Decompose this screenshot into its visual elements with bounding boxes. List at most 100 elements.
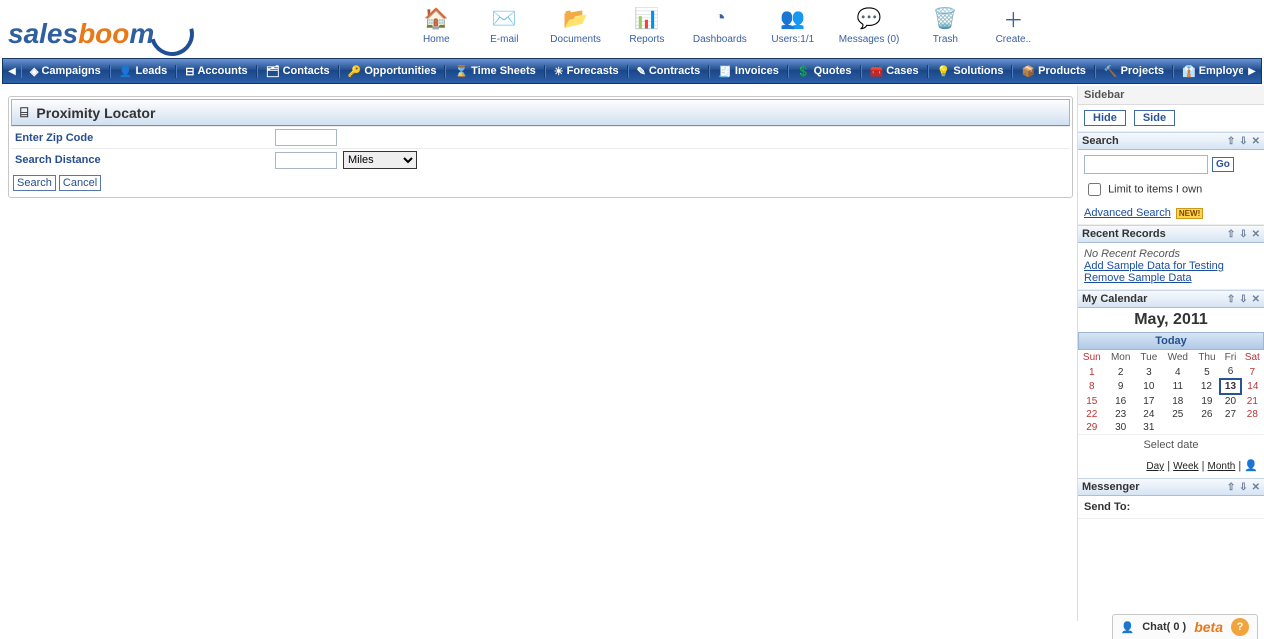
calendar-dow-header: Sun [1078,350,1106,365]
nav-item-products[interactable]: 📦Products [1012,65,1094,78]
calendar-day-cell[interactable]: 26 [1194,408,1221,421]
calendar-day-cell[interactable]: 3 [1136,365,1162,379]
calendar-day-cell[interactable]: 11 [1162,379,1194,394]
proximity-locator-panel: ⌸ Proximity Locator Enter Zip Code Searc… [8,96,1073,198]
calendar-day-cell[interactable]: 24 [1136,408,1162,421]
calendar-day-cell[interactable]: 23 [1106,408,1136,421]
nav-item-label: Campaigns [41,65,100,77]
recent-records-title: Recent Records [1082,228,1166,240]
zip-code-input[interactable] [275,129,337,146]
calendar-day-cell[interactable]: 9 [1106,379,1136,394]
widget-close-icon[interactable]: ✕ [1252,136,1260,147]
top-icon-email[interactable]: ✉️E-mail [482,4,526,45]
reports-icon: 📊 [633,4,661,32]
calendar-user-icon[interactable]: 👤 [1244,460,1258,472]
top-icon-users[interactable]: 👥Users:1/1 [771,4,815,45]
chat-label: Chat( 0 ) [1142,621,1186,633]
nav-item-timesheets[interactable]: ⌛Time Sheets [445,65,544,78]
nav-item-campaigns[interactable]: ◈Campaigns [21,65,110,78]
widget-move-up-icon[interactable]: ⇧ [1227,294,1235,305]
top-icon-messages[interactable]: 💬Messages (0) [839,4,900,45]
calendar-widget-title: My Calendar [1082,293,1147,305]
top-icon-create[interactable]: ＋Create.. [991,4,1035,45]
sidebar-hide-button[interactable]: Hide [1084,110,1126,126]
calendar-day-cell[interactable]: 16 [1106,394,1136,408]
calendar-day-cell[interactable]: 19 [1194,394,1221,408]
calendar-day-cell[interactable]: 17 [1136,394,1162,408]
top-icon-trash[interactable]: 🗑️Trash [923,4,967,45]
nav-item-quotes[interactable]: 💲Quotes [788,65,861,78]
nav-item-opportunities[interactable]: 🔑Opportunities [339,65,446,78]
widget-move-up-icon[interactable]: ⇧ [1227,482,1235,493]
calendar-day-cell[interactable]: 12 [1194,379,1221,394]
nav-scroll-left[interactable]: ◀ [3,66,21,77]
calendar-today-button[interactable]: Today [1078,332,1264,350]
calendar-day-cell[interactable]: 7 [1241,365,1264,379]
calendar-day-cell[interactable]: 2 [1106,365,1136,379]
top-icon-reports[interactable]: 📊Reports [625,4,669,45]
calendar-day-cell[interactable]: 27 [1220,408,1240,421]
chat-help-icon[interactable]: ? [1231,618,1249,636]
calendar-day-cell[interactable]: 6 [1220,365,1240,379]
widget-move-down-icon[interactable]: ⇩ [1239,482,1247,493]
calendar-day-cell[interactable]: 14 [1241,379,1264,394]
calendar-day-cell[interactable]: 4 [1162,365,1194,379]
top-icon-dashboards[interactable]: ◔Dashboards [693,4,747,45]
calendar-day-view-link[interactable]: Day [1146,461,1164,472]
calendar-day-cell[interactable]: 25 [1162,408,1194,421]
calendar-day-cell[interactable]: 31 [1136,421,1162,434]
widget-move-up-icon[interactable]: ⇧ [1227,136,1235,147]
widget-move-up-icon[interactable]: ⇧ [1227,229,1235,240]
remove-sample-data-link[interactable]: Remove Sample Data [1084,272,1192,284]
calendar-day-cell[interactable]: 22 [1078,408,1106,421]
add-sample-data-link[interactable]: Add Sample Data for Testing [1084,260,1224,272]
advanced-search-link[interactable]: Advanced Search [1084,207,1171,219]
nav-scroll-right[interactable]: ▶ [1243,66,1261,77]
widget-move-down-icon[interactable]: ⇩ [1239,294,1247,305]
calendar-day-cell[interactable]: 30 [1106,421,1136,434]
search-button[interactable]: Search [13,175,56,191]
sidebar-side-button[interactable]: Side [1134,110,1175,126]
calendar-day-cell[interactable]: 15 [1078,394,1106,408]
calendar-day-cell[interactable]: 18 [1162,394,1194,408]
calendar-week-view-link[interactable]: Week [1173,461,1198,472]
top-icon-documents[interactable]: 📂Documents [550,4,601,45]
widget-close-icon[interactable]: ✕ [1252,229,1260,240]
nav-item-employees[interactable]: 👔Employees [1173,65,1243,78]
nav-item-solutions[interactable]: 💡Solutions [928,65,1013,78]
calendar-day-cell[interactable]: 5 [1194,365,1221,379]
sidebar-search-go-button[interactable]: Go [1212,157,1234,172]
widget-move-down-icon[interactable]: ⇩ [1239,229,1247,240]
limit-to-own-checkbox[interactable] [1088,183,1101,196]
nav-item-accounts[interactable]: ⊟Accounts [176,65,256,78]
calendar-day-cell[interactable]: 28 [1241,408,1264,421]
search-distance-input[interactable] [275,152,337,169]
nav-item-leads[interactable]: 👤Leads [110,65,177,78]
nav-item-forecasts[interactable]: ☀Forecasts [545,65,628,78]
nav-item-invoices[interactable]: 🧾Invoices [709,65,788,78]
widget-close-icon[interactable]: ✕ [1252,482,1260,493]
calendar-month-view-link[interactable]: Month [1208,461,1236,472]
top-icon-home[interactable]: 🏠Home [414,4,458,45]
nav-item-projects[interactable]: 🔨Projects [1095,65,1173,78]
sidebar-search-input[interactable] [1084,155,1208,174]
nav-item-cases[interactable]: 🧰Cases [861,65,928,78]
calendar-day-cell [1162,421,1194,434]
chat-bar[interactable]: 👤 Chat( 0 ) beta ? [1112,614,1259,639]
calendar-day-cell[interactable]: 1 [1078,365,1106,379]
logo[interactable]: V8 salesboom [8,4,194,56]
calendar-day-cell[interactable]: 21 [1241,394,1264,408]
calendar-day-cell[interactable]: 20 [1220,394,1240,408]
widget-close-icon[interactable]: ✕ [1252,294,1260,305]
home-icon: 🏠 [422,4,450,32]
calendar-day-cell[interactable]: 8 [1078,379,1106,394]
calendar-day-cell[interactable]: 13 [1220,379,1240,394]
nav-item-contracts[interactable]: ✎Contracts [628,65,710,78]
cancel-button[interactable]: Cancel [59,175,101,191]
widget-move-down-icon[interactable]: ⇩ [1239,136,1247,147]
calendar-day-cell[interactable]: 29 [1078,421,1106,434]
nav-item-contacts[interactable]: 🗂Contacts [257,65,339,78]
calendar-day-cell[interactable]: 10 [1136,379,1162,394]
distance-units-select[interactable]: MilesKilometers [343,151,417,169]
calendar-dow-header: Sat [1241,350,1264,365]
